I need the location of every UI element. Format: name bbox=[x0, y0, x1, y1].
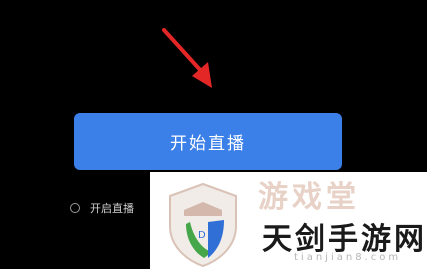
watermark-overlay: D 游戏堂 天剑手游网 tianjian8.com bbox=[150, 172, 427, 269]
start-live-button-label: 开始直播 bbox=[170, 134, 246, 154]
watermark-domain: tianjian8.com bbox=[294, 252, 402, 263]
red-arrow-pointer-icon bbox=[162, 28, 212, 88]
svg-text:D: D bbox=[198, 230, 206, 241]
start-live-button[interactable]: 开始直播 bbox=[74, 113, 342, 170]
shield-logo-icon: D bbox=[169, 182, 237, 268]
radio-icon[interactable] bbox=[70, 203, 80, 213]
enable-live-option[interactable]: 开启直播 bbox=[70, 200, 134, 216]
enable-live-option-label: 开启直播 bbox=[90, 202, 134, 215]
watermark-faded-text: 游戏堂 bbox=[258, 180, 360, 215]
